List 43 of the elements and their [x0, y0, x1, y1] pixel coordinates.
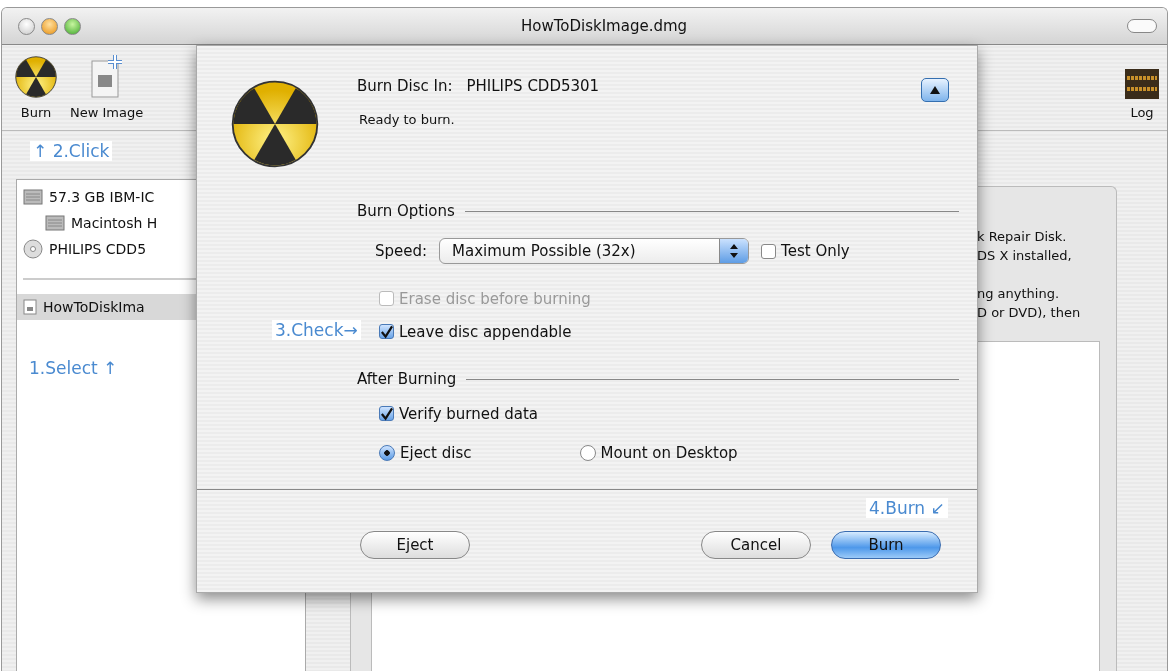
document-plus-icon	[88, 53, 125, 99]
field-label: Speed:	[375, 242, 428, 260]
annotation-text: ↑ 2.Click	[30, 141, 113, 161]
window-title: HowToDiskImage.dmg	[519, 17, 689, 35]
radio-button[interactable]: Eject disc	[379, 444, 472, 462]
log-display-icon	[1125, 69, 1159, 99]
toolbar-button[interactable]: Log	[1130, 105, 1154, 120]
close-button[interactable]	[18, 17, 35, 35]
section-title: After Burning	[357, 370, 457, 388]
annotation-text: 4.Burn ↙	[866, 498, 948, 518]
stepper-arrows-icon[interactable]	[719, 239, 749, 263]
speed-dropdown[interactable]: Maximum Possible (32x)	[439, 238, 750, 264]
radiation-icon	[229, 78, 321, 170]
instruction-text: DS X installed,	[977, 247, 1073, 265]
radiation-icon	[14, 55, 58, 99]
toolbar-toggle-button[interactable]	[1127, 19, 1157, 33]
device-name: PHILIPS CDD5301	[466, 77, 600, 95]
toolbar-button[interactable]: New Image	[70, 105, 144, 120]
radio-button[interactable]: Mount on Desktop	[579, 444, 738, 462]
checkmark-icon	[380, 406, 393, 421]
hard-drive-icon	[45, 215, 65, 231]
disclosure-button[interactable]	[921, 78, 949, 102]
minimize-button[interactable]	[41, 17, 58, 35]
section-title: Burn Options	[357, 202, 455, 220]
document-icon	[23, 299, 37, 315]
instruction-text: D or DVD), then	[977, 304, 1082, 322]
field-label: Burn Disc In:	[357, 77, 453, 95]
push-button[interactable]: Cancel	[701, 531, 811, 559]
disc-icon	[23, 239, 43, 259]
checkbox[interactable]: Test Only	[761, 242, 850, 260]
instruction-text: ng anything.	[977, 285, 1061, 303]
annotation-text: 3.Check→	[272, 320, 361, 340]
checkmark-icon	[380, 324, 393, 339]
zoom-button[interactable]	[64, 17, 81, 35]
checkbox[interactable]: Verify burned data	[379, 404, 539, 423]
checkbox[interactable]: Leave disc appendable	[379, 322, 572, 341]
instruction-text: k Repair Disk.	[977, 228, 1068, 246]
toolbar-button[interactable]: Burn	[20, 105, 52, 120]
push-button[interactable]: Eject	[360, 531, 470, 559]
hard-drive-icon	[23, 189, 43, 205]
status-text: Ready to burn.	[359, 112, 456, 127]
triangle-up-icon	[930, 86, 940, 94]
push-button[interactable]: Burn	[831, 531, 941, 559]
